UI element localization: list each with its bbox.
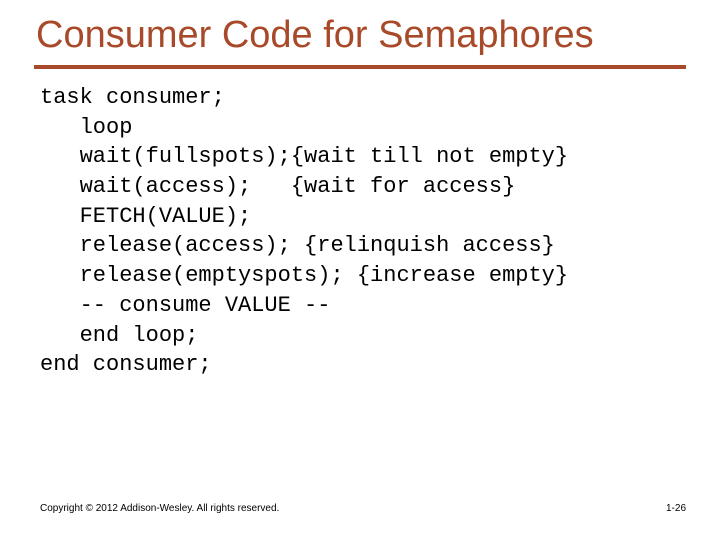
page-number: 1-26 [666,503,686,514]
code-line: release(emptyspots); {increase empty} [40,263,568,288]
slide: Consumer Code for Semaphores task consum… [0,0,720,540]
copyright-footer: Copyright © 2012 Addison-Wesley. All rig… [40,503,279,514]
code-line: release(access); {relinquish access} [40,233,555,258]
code-line: loop [40,115,132,140]
code-line: wait(fullspots);{wait till not empty} [40,144,568,169]
code-line: end consumer; [40,352,212,377]
code-line: task consumer; [40,85,225,110]
code-block: task consumer; loop wait(fullspots);{wai… [0,69,720,380]
slide-title: Consumer Code for Semaphores [0,0,720,65]
code-line: wait(access); {wait for access} [40,174,515,199]
code-line: end loop; [40,323,198,348]
code-line: -- consume VALUE -- [40,293,330,318]
code-line: FETCH(VALUE); [40,204,251,229]
